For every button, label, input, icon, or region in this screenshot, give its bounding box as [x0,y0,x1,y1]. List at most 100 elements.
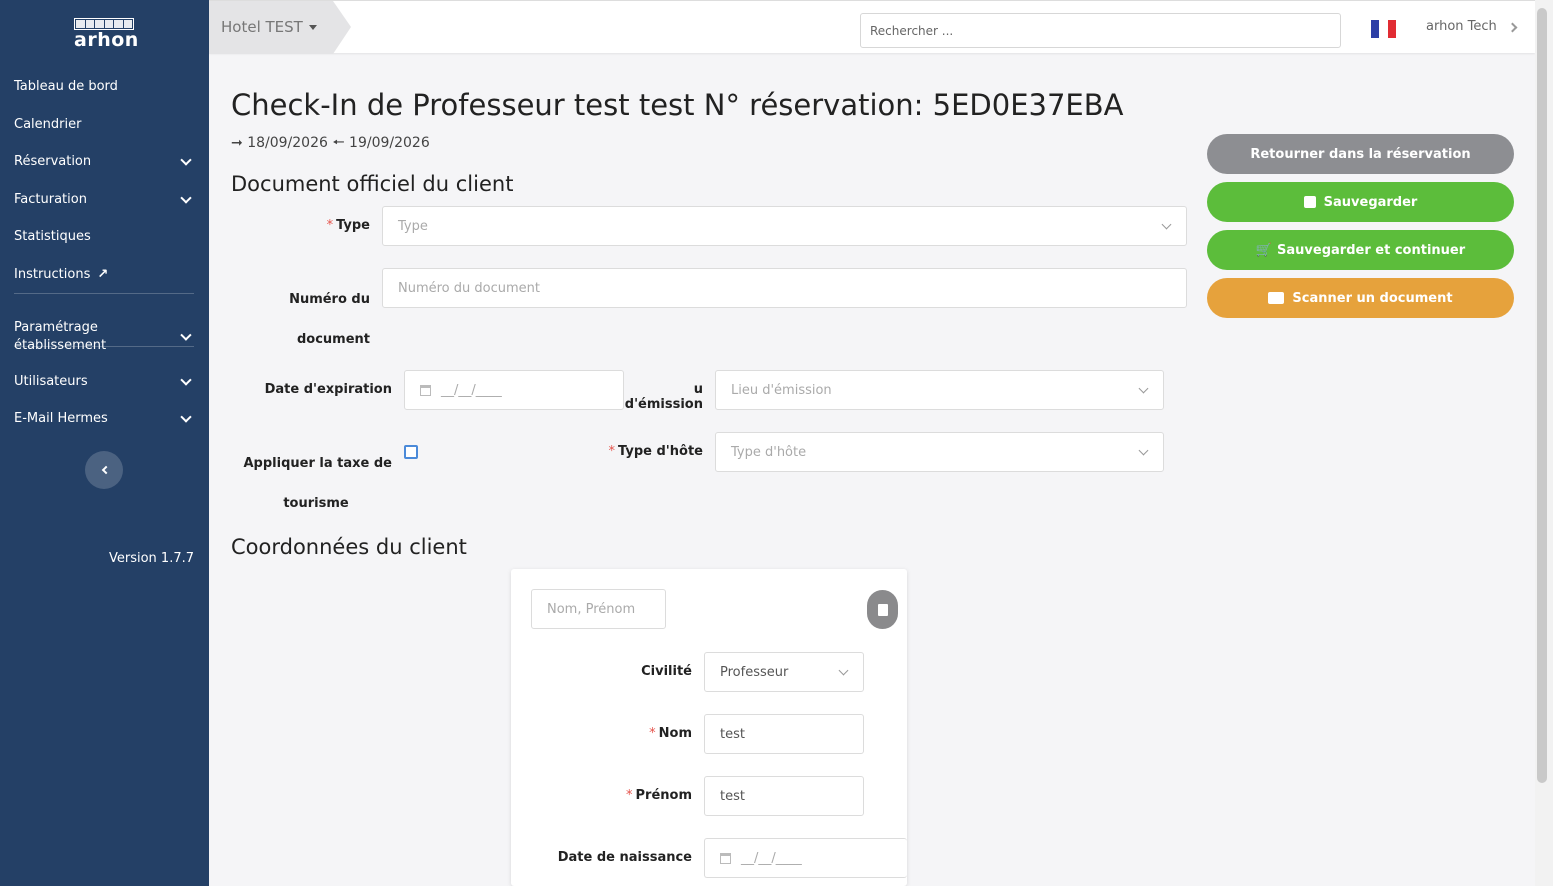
sidebar-item-instructions[interactable]: Instructions ↗ [14,266,194,284]
host-type-label: * Type d'hôte [608,444,703,459]
logo[interactable]: arhon [74,18,139,51]
placeholder: Type [398,218,428,234]
chevron-down-icon [180,192,192,204]
trash-icon [877,603,888,616]
type-label: * Type [326,218,370,233]
issue-place-select[interactable]: Lieu d'émission [715,370,1164,410]
caret-down-icon [308,25,317,30]
sidebar-item-label: Calendrier [14,117,82,132]
birthdate-input[interactable]: __/__/____ [704,838,907,878]
hotel-name: Hotel TEST [221,18,303,36]
button-label: Sauvegarder et continuer [1277,242,1466,258]
sidebar-item-label: Réservation [14,154,92,169]
sidebar-item-label: Instructions [14,267,91,282]
hotel-selector[interactable]: Hotel TEST [209,1,351,54]
checkout-date: 19/09/2026 [349,135,430,151]
civility-label: Civilité [641,664,692,679]
chevron-down-icon [180,411,192,423]
chevron-down-icon [838,665,849,676]
sidebar-item-label: Statistiques [14,229,91,244]
required-marker: * [608,444,616,459]
sidebar-item-label: Paramétrage établissement [14,320,107,353]
save-continue-button[interactable]: 🛒 Sauvegarder et continuer [1207,230,1514,270]
delete-client-button[interactable] [867,590,898,629]
sidebar-item-statistiques[interactable]: Statistiques [14,228,194,246]
document-number-label: Numéro du document [289,292,370,347]
document-number-input[interactable]: Numéro du document [382,268,1187,308]
page-title: Check-In de Professeur test test N° rése… [231,88,1124,122]
external-link-icon: ↗ [97,267,109,282]
firstname-input[interactable]: test [704,776,864,816]
sidebar-item-facturation[interactable]: Facturation [14,191,194,209]
chevron-down-icon [1161,219,1172,230]
input-value: test [720,788,745,804]
topbar: Hotel TEST arhon Tech [209,0,1535,54]
client-section-heading: Coordonnées du client [231,535,467,559]
save-icon [1303,196,1316,208]
issue-place-label: u d'émission [624,382,703,412]
id-card-icon [1268,292,1285,304]
sidebar-item-utilisateurs[interactable]: Utilisateurs [14,373,194,391]
sidebar-item-label: E-Mail Hermes [14,411,108,426]
stay-dates: ➞ 18/09/2026 🠔 19/09/2026 [231,132,430,156]
scan-document-button[interactable]: Scanner un document [1207,278,1514,318]
tourist-tax-checkbox[interactable] [404,445,418,459]
button-label: Scanner un document [1292,290,1453,306]
calendar-icon [420,384,431,396]
chevron-down-icon [180,154,192,166]
sidebar-item-calendrier[interactable]: Calendrier [14,116,194,134]
firstname-label: * Prénom [626,788,692,803]
lastname-label: * Nom [649,726,692,741]
client-name-input[interactable]: Nom, Prénom [531,589,666,629]
lastname-input[interactable]: test [704,714,864,754]
arrow-right-icon: ➞ [231,135,243,151]
placeholder: __/__/____ [741,850,802,866]
chevron-down-icon [1138,445,1149,456]
chevron-down-icon [180,374,192,386]
sidebar-item-tableau-de-bord[interactable]: Tableau de bord [14,78,194,96]
user-menu[interactable]: arhon Tech [1426,19,1497,34]
divider [14,293,194,294]
sidebar-item-label: Facturation [14,192,87,207]
placeholder: Type d'hôte [731,444,807,460]
search-input[interactable] [860,13,1341,48]
expiry-date-input[interactable]: __/__/____ [404,370,624,410]
sidebar: arhon Tableau de bord Calendrier Réserva… [0,0,209,886]
required-marker: * [649,726,656,741]
required-marker: * [326,218,334,233]
required-marker: * [626,788,633,803]
scrollbar-thumb[interactable] [1537,8,1547,783]
host-type-select[interactable]: Type d'hôte [715,432,1164,472]
document-type-select[interactable]: Type [382,206,1187,246]
sidebar-item-parametrage[interactable]: Paramétrage établissement [14,319,194,355]
select-value: Professeur [720,664,789,680]
collapse-sidebar-button[interactable] [85,451,123,489]
sidebar-item-reservation[interactable]: Réservation [14,153,194,171]
chevron-right-icon[interactable] [1507,22,1518,33]
civility-select[interactable]: Professeur [704,652,864,692]
expiry-date-label: Date d'expiration [264,382,392,397]
sidebar-item-label: Utilisateurs [14,374,88,389]
fr-flag-icon[interactable] [1371,20,1396,38]
save-button[interactable]: Sauvegarder [1207,182,1514,222]
input-value: test [720,726,745,742]
cart-icon: 🛒 [1255,242,1273,258]
placeholder: Numéro du document [398,280,540,296]
scrollbar[interactable] [1535,0,1553,886]
tourist-tax-label: Appliquer la taxe de tourisme [243,456,393,511]
button-label: Retourner dans la réservation [1250,146,1471,162]
version-label: Version 1.7.7 [108,551,194,566]
checkin-date: 18/09/2026 [247,135,328,151]
chevron-down-icon [1138,383,1149,394]
sidebar-item-label: Tableau de bord [14,79,118,94]
back-to-reservation-button[interactable]: Retourner dans la réservation [1207,134,1514,174]
sidebar-item-email-hermes[interactable]: E-Mail Hermes [14,410,194,428]
logo-text: arhon [74,29,139,51]
placeholder: __/__/____ [441,382,502,398]
calendar-icon [720,852,731,864]
button-label: Sauvegarder [1323,194,1418,210]
divider [14,346,194,347]
document-section-heading: Document officiel du client [231,172,514,196]
placeholder: Nom, Prénom [547,601,636,617]
arrow-left-icon: 🠔 [332,135,345,151]
